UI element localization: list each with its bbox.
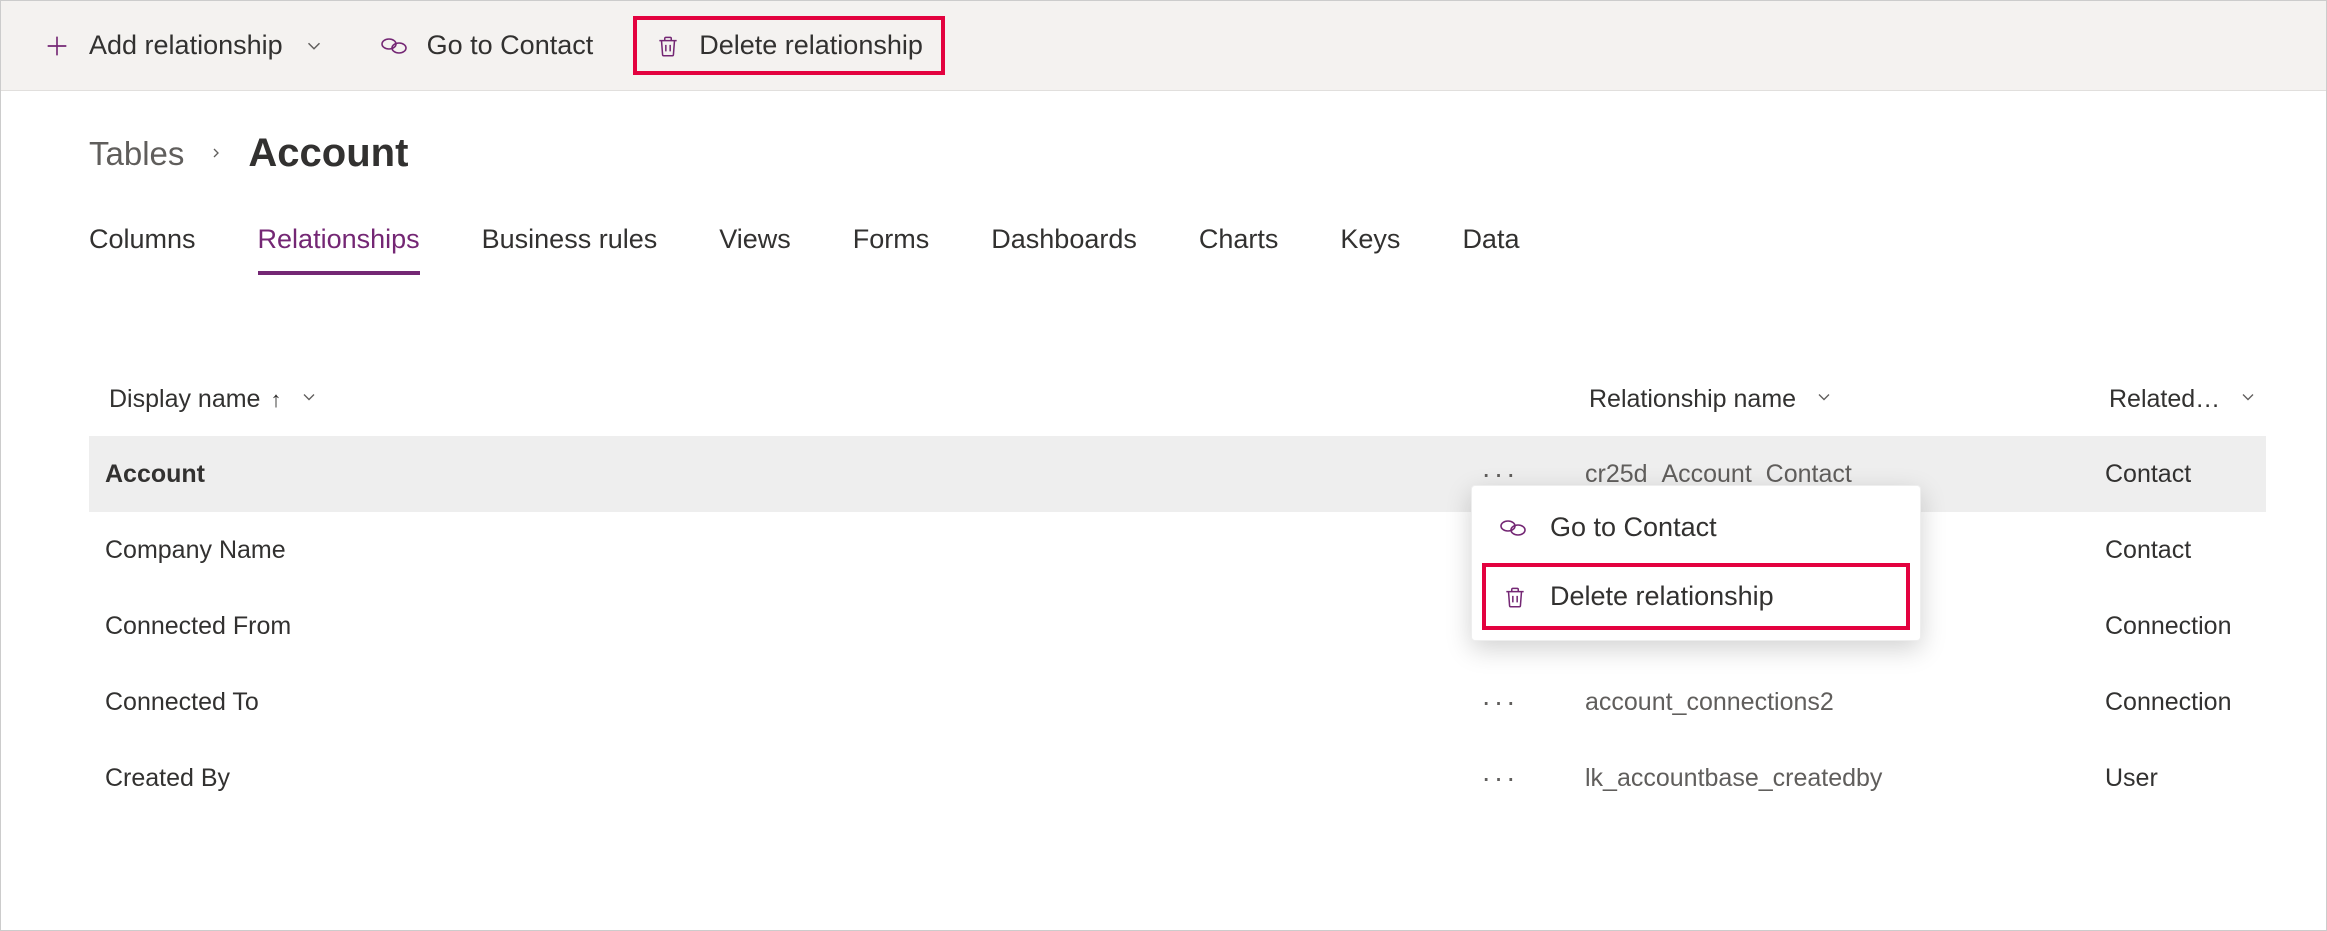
breadcrumb-root[interactable]: Tables xyxy=(89,135,184,173)
cell-relationship-name: lk_accountbase_createdby xyxy=(1585,764,2105,793)
plus-icon xyxy=(43,32,71,60)
cell-related: Contact xyxy=(2105,460,2250,489)
tab-dashboards[interactable]: Dashboards xyxy=(991,224,1137,275)
col-related-label: Related… xyxy=(2109,385,2220,414)
tab-data[interactable]: Data xyxy=(1462,224,1519,275)
context-delete-relationship[interactable]: Delete relationship xyxy=(1482,563,1910,630)
cell-display-name: Account xyxy=(105,460,1455,489)
delete-relationship-label: Delete relationship xyxy=(699,30,923,61)
cell-display-name: Connected From xyxy=(105,612,1455,641)
cell-display-name: Company Name xyxy=(105,536,1455,565)
cell-related: Contact xyxy=(2105,536,2250,565)
tab-bar: Columns Relationships Business rules Vie… xyxy=(89,224,2266,275)
table-header: Display name Relationship name Related… xyxy=(89,385,2266,436)
table-row[interactable]: Created By ··· lk_accountbase_createdby … xyxy=(89,740,2266,816)
link-icon xyxy=(1498,517,1528,539)
goto-contact-label: Go to Contact xyxy=(427,30,594,61)
add-relationship-button[interactable]: Add relationship xyxy=(29,20,339,71)
row-actions-icon[interactable]: ··· xyxy=(1455,762,1585,794)
chevron-down-icon xyxy=(1814,385,1834,414)
delete-relationship-button[interactable]: Delete relationship xyxy=(633,16,945,75)
tab-business-rules[interactable]: Business rules xyxy=(482,224,658,275)
cell-related: Connection xyxy=(2105,688,2250,717)
context-delete-label: Delete relationship xyxy=(1550,581,1774,612)
table-row[interactable]: Account ··· cr25d_Account_Contact Contac… xyxy=(89,436,2266,512)
tab-keys[interactable]: Keys xyxy=(1340,224,1400,275)
col-relationship-name[interactable]: Relationship name xyxy=(1585,385,2105,414)
chevron-down-icon xyxy=(303,35,325,57)
col-related[interactable]: Related… xyxy=(2105,385,2258,414)
goto-contact-button[interactable]: Go to Contact xyxy=(365,20,608,71)
chevron-down-icon xyxy=(299,385,319,414)
cell-related: Connection xyxy=(2105,612,2250,641)
add-relationship-label: Add relationship xyxy=(89,30,283,61)
cell-display-name: Created By xyxy=(105,764,1455,793)
command-bar: Add relationship Go to Contact Delete re… xyxy=(1,1,2326,91)
breadcrumb: Tables Account xyxy=(89,131,2266,176)
trash-icon xyxy=(1502,583,1528,611)
table-row[interactable]: Connected From ··· s1 Connection xyxy=(89,588,2266,664)
table-row[interactable]: Connected To ··· account_connections2 Co… xyxy=(89,664,2266,740)
page-title: Account xyxy=(248,131,408,176)
col-relationship-name-label: Relationship name xyxy=(1589,385,1796,414)
cell-related: User xyxy=(2105,764,2250,793)
tab-views[interactable]: Views xyxy=(719,224,791,275)
relationships-table: Display name Relationship name Related… xyxy=(89,385,2266,816)
chevron-down-icon xyxy=(2238,385,2258,414)
main-content: Tables Account Columns Relationships Bus… xyxy=(1,91,2326,816)
row-context-menu: Go to Contact Delete relationship xyxy=(1471,485,1921,641)
link-icon xyxy=(379,35,409,57)
row-actions-icon[interactable]: ··· xyxy=(1455,686,1585,718)
chevron-right-icon xyxy=(208,140,224,168)
table-row[interactable]: Company Name ··· ccounts Contact xyxy=(89,512,2266,588)
context-goto-contact[interactable]: Go to Contact xyxy=(1472,494,1920,561)
trash-icon xyxy=(655,32,681,60)
context-goto-label: Go to Contact xyxy=(1550,512,1717,543)
cell-relationship-name: account_connections2 xyxy=(1585,688,2105,717)
col-display-name[interactable]: Display name xyxy=(105,385,1585,414)
tab-forms[interactable]: Forms xyxy=(853,224,930,275)
tab-columns[interactable]: Columns xyxy=(89,224,196,275)
tab-relationships[interactable]: Relationships xyxy=(258,224,420,275)
tab-charts[interactable]: Charts xyxy=(1199,224,1279,275)
cell-display-name: Connected To xyxy=(105,688,1455,717)
col-display-name-label: Display name xyxy=(109,385,281,414)
